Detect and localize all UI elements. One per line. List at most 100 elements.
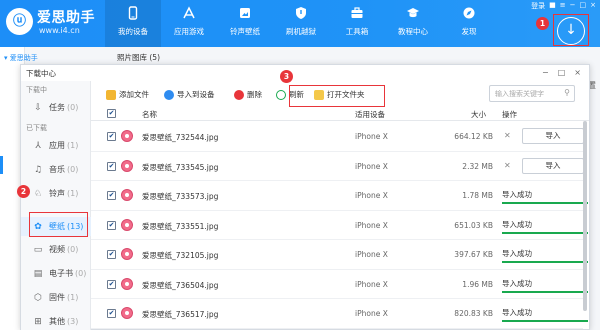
sidebar-item-ebook[interactable]: ▤ 电子书 (0) (21, 264, 91, 283)
sidebar-item-task[interactable]: ⇩ 任务 (0) (21, 98, 91, 117)
nav-label: 我的设备 (118, 27, 148, 36)
nav-tutorial-center[interactable]: 教程中心 (385, 0, 441, 47)
menu-icon[interactable]: ≡ (560, 1, 566, 11)
sidebar-item-video[interactable]: ▭ 视频 (0) (21, 240, 91, 259)
sidebar-item-count: (1) (67, 141, 79, 150)
nav-apps-games[interactable]: 应用游戏 (161, 0, 217, 47)
file-size: 664.12 KB (454, 132, 493, 141)
nav-label: 刷机越狱 (286, 27, 316, 36)
downloading-section-header: 下载中 (26, 86, 47, 94)
import-progress-bar (502, 231, 588, 234)
compass-icon (441, 0, 497, 22)
nav-discover[interactable]: 发现 (441, 0, 497, 47)
nav-my-device[interactable]: 我的设备 (105, 0, 161, 47)
top-bar: ⓤ 爱思助手 www.i4.cn 我的设备 应用游戏 铃声壁纸 刷机越狱 工具箱… (0, 0, 600, 47)
row-checkbox[interactable]: ✔ (107, 309, 116, 318)
file-name: 爱思壁纸_736504.jpg (142, 280, 219, 290)
refresh-icon (276, 89, 286, 100)
sidebar-item-count: (0) (67, 245, 79, 254)
close-button[interactable]: × (590, 1, 596, 11)
sidebar-item-count: (1) (67, 293, 79, 302)
nav-flash-jailbreak[interactable]: 刷机越狱 (273, 0, 329, 47)
delete-label: 删除 (247, 90, 262, 99)
row-checkbox[interactable]: ✔ (107, 220, 116, 230)
search-input[interactable]: 输入搜索关键字 ⚲ (489, 85, 575, 102)
sidebar-item-label: 视频 (49, 245, 65, 254)
app-name: 爱思助手 (37, 10, 95, 26)
row-checkbox[interactable]: ✔ (107, 250, 116, 259)
dialog-maximize-button[interactable]: □ (558, 68, 566, 77)
table-header: ✔ 名称 适用设备 大小 操作 (91, 107, 589, 121)
sidebar-item-count: (1) (67, 189, 79, 198)
table-row[interactable]: ✔ 爱思壁纸_733551.jpg iPhone X 651.03 KB 导入成… (91, 211, 588, 240)
download-list-panel: 添加文件 导入到设备 删除 刷新 打开文件夹 输入搜索关键字 ⚲ ✔ 名称 适用… (91, 81, 589, 330)
device-name: iPhone X (355, 250, 388, 259)
row-checkbox[interactable]: ✔ (107, 279, 116, 289)
wallpaper-thumbnail-icon (121, 248, 133, 260)
device-sidebar-title[interactable]: ▾ 爱思助手 (4, 53, 38, 63)
delete-icon (234, 89, 244, 100)
step-badge-1: 1 (536, 17, 549, 30)
dialog-title: 下载中心 (26, 69, 56, 78)
device-name: iPhone X (355, 132, 388, 141)
remove-icon[interactable]: ✕ (504, 161, 511, 170)
list-scrollbar[interactable] (583, 121, 587, 311)
nav-ringtone-wallpaper[interactable]: 铃声壁纸 (217, 0, 273, 47)
table-row[interactable]: ✔ 爱思壁纸_733573.jpg iPhone X 1.78 MB 导入成功 (91, 181, 588, 211)
import-success-status: 导入成功 (502, 249, 532, 258)
import-button[interactable]: 导入 (522, 128, 584, 144)
import-to-device-button[interactable]: 导入到设备 (164, 89, 215, 100)
photo-library-tab[interactable]: 照片图库 (5) (117, 52, 160, 63)
sidebar-item-ringtone[interactable]: ♘ 铃声 (1) (21, 184, 91, 203)
skin-icon[interactable]: ■ (549, 1, 556, 11)
apps-icon (161, 0, 217, 22)
login-link[interactable]: 登录 (531, 1, 545, 11)
table-row[interactable]: ✔ 爱思壁纸_732544.jpg iPhone X 664.12 KB ✕ 导… (91, 122, 584, 152)
delete-button[interactable]: 删除 (234, 89, 262, 100)
wallpaper-thumbnail-icon (121, 277, 133, 290)
maximize-button[interactable]: □ (580, 1, 587, 11)
row-checkbox[interactable]: ✔ (107, 132, 116, 141)
task-icon: ⇩ (34, 102, 42, 113)
remove-icon[interactable]: ✕ (504, 131, 511, 140)
dialog-minimize-button[interactable]: − (542, 68, 549, 77)
select-all-checkbox[interactable]: ✔ (107, 109, 116, 118)
app-url: www.i4.cn (39, 26, 80, 35)
table-row[interactable]: ✔ 爱思壁纸_732105.jpg iPhone X 397.67 KB 导入成… (91, 240, 588, 270)
sidebar-item-firmware[interactable]: ⬡ 固件 (1) (21, 288, 91, 307)
import-success-status: 导入成功 (502, 278, 532, 288)
video-icon: ▭ (33, 244, 43, 255)
music-icon: ♫ (33, 164, 43, 175)
import-button[interactable]: 导入 (522, 157, 584, 174)
sidebar-item-apps[interactable]: ⅄ 应用 (1) (21, 136, 91, 155)
sidebar-item-label: 任务 (49, 103, 65, 112)
column-device: 适用设备 (355, 110, 385, 119)
nav-toolbox[interactable]: 工具箱 (329, 0, 385, 47)
table-row[interactable]: ✔ 爱思壁纸_733545.jpg iPhone X 2.32 MB ✕ 导入 (91, 152, 584, 181)
column-name: 名称 (142, 110, 157, 119)
table-row[interactable]: ✔ 爱思壁纸_736504.jpg iPhone X 1.96 MB 导入成功 (91, 270, 588, 299)
table-row[interactable]: ✔ 爱思壁纸_736517.jpg iPhone X 820.83 KB 导入成… (91, 299, 588, 329)
search-placeholder: 输入搜索关键字 (495, 90, 544, 98)
wallpaper-icon (217, 0, 273, 22)
row-checkbox[interactable]: ✔ (107, 161, 116, 171)
minimize-button[interactable]: − (570, 1, 576, 11)
import-success-status: 导入成功 (502, 308, 532, 317)
bell-icon: ♘ (33, 188, 43, 199)
nav-label: 发现 (461, 27, 477, 36)
dialog-close-button[interactable]: × (574, 68, 581, 77)
file-name: 爱思壁纸_732544.jpg (142, 133, 219, 142)
sidebar-item-label: 电子书 (49, 269, 73, 278)
add-file-button[interactable]: 添加文件 (106, 89, 149, 100)
sidebar-item-label: 固件 (49, 293, 65, 302)
sidebar-item-other[interactable]: ⊞ 其他 (3) (21, 312, 91, 330)
sidebar-item-music[interactable]: ♫ 音乐 (0) (21, 160, 91, 179)
import-progress-bar (502, 261, 588, 263)
row-checkbox[interactable]: ✔ (107, 191, 116, 200)
wallpaper-thumbnail-icon (121, 130, 133, 142)
wallpaper-thumbnail-icon (121, 218, 133, 231)
folder-add-icon (106, 89, 116, 100)
file-size: 1.96 MB (462, 279, 493, 289)
dialog-window-controls: − □ × (542, 68, 581, 77)
sidebar-item-label: 铃声 (49, 189, 65, 198)
